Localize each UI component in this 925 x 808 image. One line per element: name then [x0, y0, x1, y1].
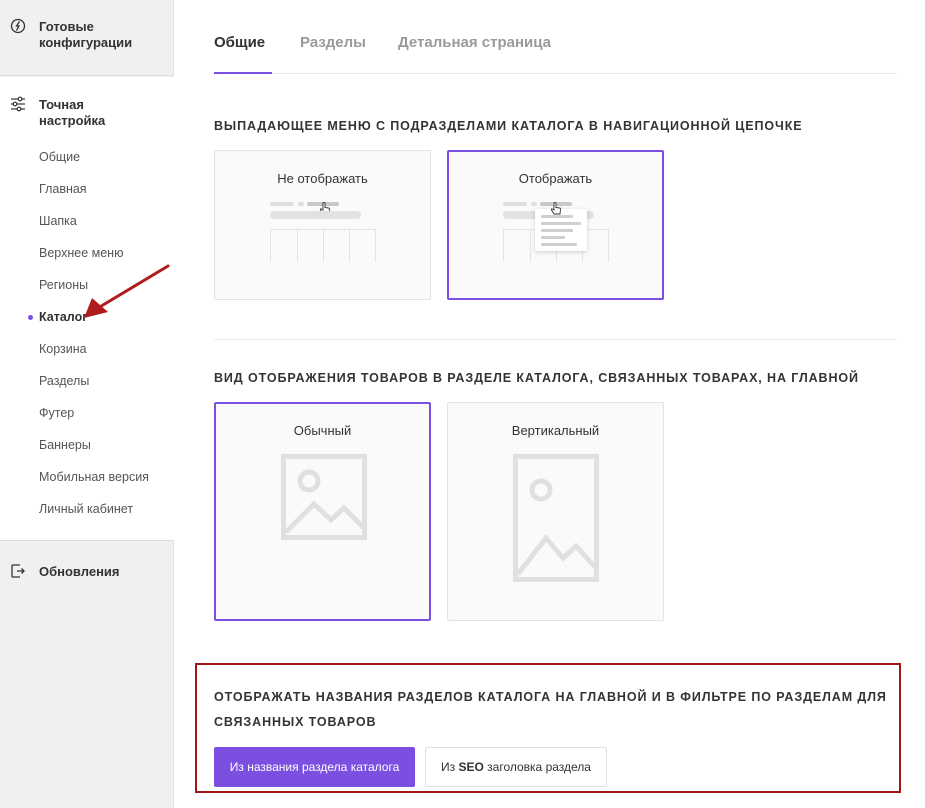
sidebar-item-mobile[interactable]: Мобильная версия — [39, 469, 149, 485]
skeleton-line — [531, 202, 537, 206]
tab-general[interactable]: Общие — [214, 34, 265, 51]
button-label-bold: SEO — [458, 760, 484, 774]
option-card-hide[interactable]: Не отображать — [214, 150, 431, 300]
sidebar: Готовые конфигурации Точная настройка Об… — [0, 0, 174, 808]
option-label: Вертикальный — [511, 423, 600, 438]
sidebar-item-sections[interactable]: Разделы — [39, 373, 89, 389]
sidebar-item-banners[interactable]: Баннеры — [39, 437, 91, 453]
section-title-breadcrumb-dropdown: Выпадающее меню с подразделами каталога … — [214, 119, 803, 133]
skeleton-line — [298, 202, 304, 206]
sidebar-item-footer[interactable]: Футер — [39, 405, 74, 421]
ready-configs-icon — [10, 18, 26, 34]
option-card-show[interactable]: Отображать — [447, 150, 664, 300]
skeleton-bar — [270, 211, 361, 219]
option-card-vertical[interactable]: Вертикальный — [447, 402, 664, 621]
option-label: Обычный — [293, 423, 352, 438]
sidebar-item-account[interactable]: Личный кабинет — [39, 501, 133, 517]
active-dot — [28, 315, 33, 320]
option-card-regular[interactable]: Обычный — [214, 402, 431, 621]
button-label-prefix: Из — [441, 760, 459, 774]
sidebar-ready-configs-label: Готовые конфигурации — [39, 19, 133, 50]
tab-detail-page[interactable]: Детальная страница — [398, 34, 551, 51]
image-placeholder-icon — [281, 454, 367, 540]
sidebar-item-cart[interactable]: Корзина — [39, 341, 87, 357]
option-label: Отображать — [518, 171, 593, 186]
sidebar-item-header[interactable]: Шапка — [39, 213, 77, 229]
skeleton-table — [270, 229, 376, 262]
skeleton-line — [270, 202, 294, 206]
from-seo-title-button[interactable]: Из SEO заголовка раздела — [425, 747, 607, 787]
image-placeholder-icon — [513, 454, 599, 582]
section-divider — [214, 339, 897, 340]
section-title-section-names: Отображать названия разделов каталога на… — [214, 690, 887, 704]
sidebar-ready-configs[interactable]: Готовые конфигурации — [0, 0, 174, 76]
sliders-icon — [11, 96, 25, 112]
option-label: Не отображать — [277, 171, 368, 186]
tab-sections[interactable]: Разделы — [300, 34, 366, 51]
sidebar-fine-tuning-label: Точная настройка — [39, 97, 106, 128]
button-label: Из названия раздела каталога — [229, 760, 400, 774]
sidebar-updates[interactable]: Обновления — [0, 542, 174, 808]
skeleton-line — [503, 202, 527, 206]
sidebar-item-general[interactable]: Общие — [39, 149, 80, 165]
updates-icon — [11, 564, 25, 578]
sidebar-item-top-menu[interactable]: Верхнее меню — [39, 245, 123, 261]
arrow-annotation — [84, 264, 170, 318]
tabs-bar: Общие Разделы Детальная страница — [214, 30, 897, 74]
sidebar-item-main[interactable]: Главная — [39, 181, 87, 197]
hand-pointer-icon — [550, 202, 561, 215]
section-title-product-view: Вид отображения товаров в разделе катало… — [214, 371, 859, 385]
sidebar-updates-label: Обновления — [39, 564, 120, 579]
button-label-suffix: заголовка раздела — [483, 760, 591, 774]
tab-active-underline — [214, 72, 272, 74]
section-title-section-names-line2: связанных товаров — [214, 715, 377, 729]
from-catalog-section-name-button[interactable]: Из названия раздела каталога — [214, 747, 415, 787]
